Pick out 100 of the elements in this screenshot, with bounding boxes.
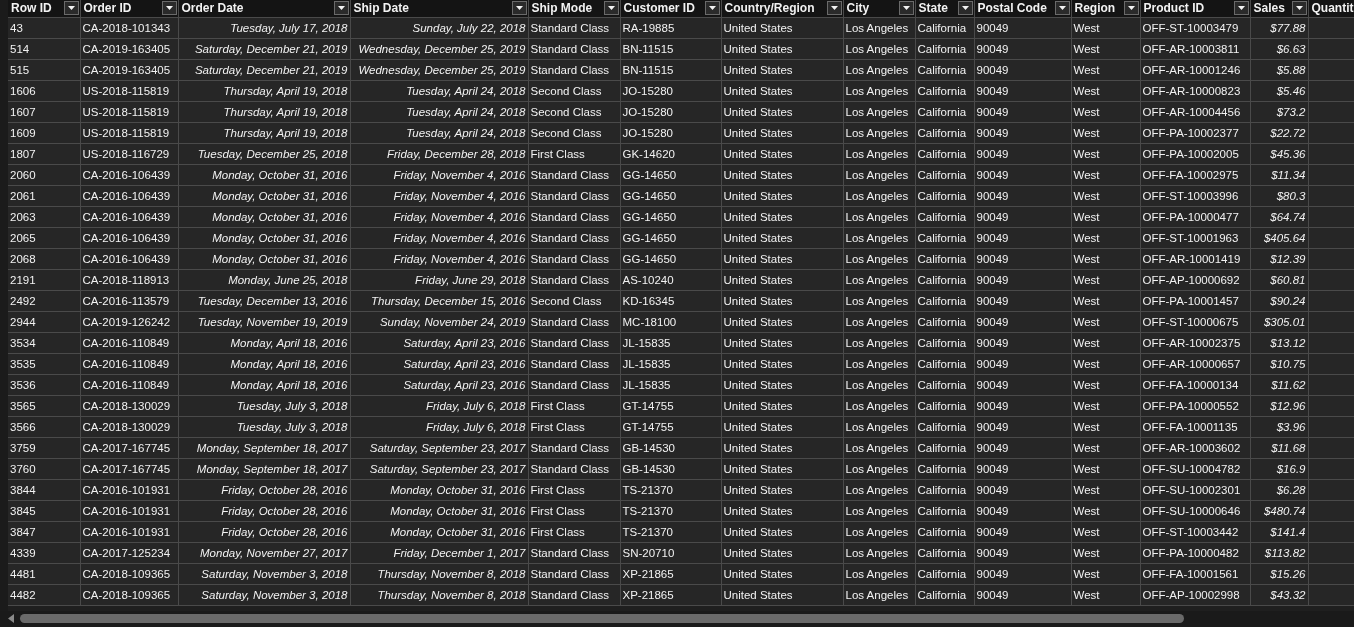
table-cell: US-2018-116729 bbox=[80, 143, 178, 164]
caret-icon bbox=[961, 6, 969, 11]
table-cell: West bbox=[1071, 164, 1140, 185]
table-cell: TS-21370 bbox=[620, 521, 721, 542]
filter-button[interactable] bbox=[957, 1, 973, 16]
table-cell: United States bbox=[721, 227, 843, 248]
table-cell: CA-2016-106439 bbox=[80, 248, 178, 269]
table-cell: $45.36 bbox=[1250, 143, 1308, 164]
table-cell: California bbox=[915, 80, 974, 101]
table-cell: CA-2018-109365 bbox=[80, 563, 178, 584]
table-cell: Monday, October 31, 2016 bbox=[350, 521, 528, 542]
table-cell: Standard Class bbox=[528, 353, 620, 374]
table-cell: OFF-FA-10001561 bbox=[1140, 563, 1250, 584]
table-cell: OFF-ST-10001963 bbox=[1140, 227, 1250, 248]
filter-button[interactable] bbox=[161, 1, 177, 16]
filter-button[interactable] bbox=[333, 1, 349, 16]
table-cell: California bbox=[915, 206, 974, 227]
scrollbar-thumb[interactable] bbox=[20, 613, 1184, 623]
filter-button[interactable] bbox=[1054, 1, 1070, 16]
filter-button[interactable] bbox=[826, 1, 842, 16]
table-cell: 90049 bbox=[974, 395, 1071, 416]
table-cell: California bbox=[915, 332, 974, 353]
table-cell: CA-2016-101931 bbox=[80, 479, 178, 500]
table-cell: Friday, July 6, 2018 bbox=[350, 395, 528, 416]
filter-button[interactable] bbox=[1233, 1, 1249, 16]
table-cell: Tuesday, November 19, 2019 bbox=[178, 311, 350, 332]
filter-button[interactable] bbox=[704, 1, 720, 16]
table-cell: OFF-AR-10003602 bbox=[1140, 437, 1250, 458]
table-cell: Standard Class bbox=[528, 206, 620, 227]
table-cell: $305.01 bbox=[1250, 311, 1308, 332]
table-cell: Los Angeles bbox=[843, 311, 915, 332]
column-header: Ship Mode bbox=[531, 0, 593, 16]
table-cell: First Class bbox=[528, 416, 620, 437]
table-cell: 90049 bbox=[974, 269, 1071, 290]
table-cell: 90049 bbox=[974, 185, 1071, 206]
column-header: Order Date bbox=[181, 0, 244, 16]
table-cell: $22.72 bbox=[1250, 122, 1308, 143]
table-cell: GK-14620 bbox=[620, 143, 721, 164]
table-cell: 1607 bbox=[8, 101, 80, 122]
table-cell: United States bbox=[721, 143, 843, 164]
table-cell: Saturday, December 21, 2019 bbox=[178, 38, 350, 59]
table-cell: Standard Class bbox=[528, 185, 620, 206]
scroll-left-icon[interactable] bbox=[8, 613, 14, 623]
table-cell: United States bbox=[721, 458, 843, 479]
table-cell: OFF-AR-10001419 bbox=[1140, 248, 1250, 269]
table-cell: CA-2018-109365 bbox=[80, 584, 178, 605]
caret-icon bbox=[1058, 6, 1066, 11]
table-cell: West bbox=[1071, 227, 1140, 248]
table-cell: Friday, October 28, 2016 bbox=[178, 479, 350, 500]
table-cell: United States bbox=[721, 17, 843, 38]
column-header: Postal Code bbox=[977, 0, 1047, 16]
horizontal-scrollbar[interactable] bbox=[0, 611, 1354, 627]
filter-button[interactable] bbox=[898, 1, 914, 16]
column-header: State bbox=[918, 0, 948, 16]
filter-button[interactable] bbox=[1291, 1, 1307, 16]
table-cell: $13.12 bbox=[1250, 332, 1308, 353]
table-cell: Second Class bbox=[528, 290, 620, 311]
filter-button[interactable] bbox=[63, 1, 79, 16]
table-cell: United States bbox=[721, 500, 843, 521]
table-cell: California bbox=[915, 101, 974, 122]
table-cell: United States bbox=[721, 374, 843, 395]
table-cell: $80.3 bbox=[1250, 185, 1308, 206]
table-cell: 2068 bbox=[8, 248, 80, 269]
table-cell: West bbox=[1071, 248, 1140, 269]
table-cell: Los Angeles bbox=[843, 248, 915, 269]
table-cell: $405.64 bbox=[1250, 227, 1308, 248]
table-cell: West bbox=[1071, 521, 1140, 542]
table-cell: JO-15280 bbox=[620, 122, 721, 143]
table-cell: 3535 bbox=[8, 353, 80, 374]
table-cell: CA-2016-110849 bbox=[80, 353, 178, 374]
table-cell: Los Angeles bbox=[843, 458, 915, 479]
table-cell: OFF-SU-10004782 bbox=[1140, 458, 1250, 479]
table-cell: $3.96 bbox=[1250, 416, 1308, 437]
table-cell: OFF-AP-10000692 bbox=[1140, 269, 1250, 290]
table-cell: Friday, November 4, 2016 bbox=[350, 185, 528, 206]
filter-button[interactable] bbox=[511, 1, 527, 16]
table-cell: Friday, November 4, 2016 bbox=[350, 164, 528, 185]
table-cell: United States bbox=[721, 437, 843, 458]
table-cell: CA-2016-110849 bbox=[80, 374, 178, 395]
table-cell: Los Angeles bbox=[843, 269, 915, 290]
table-cell: West bbox=[1071, 80, 1140, 101]
table-cell: West bbox=[1071, 500, 1140, 521]
table-cell: US-2018-115819 bbox=[80, 101, 178, 122]
table-cell: CA-2016-110849 bbox=[80, 332, 178, 353]
table-cell: Los Angeles bbox=[843, 38, 915, 59]
table-cell: 90049 bbox=[974, 80, 1071, 101]
filter-button[interactable] bbox=[1123, 1, 1139, 16]
caret-icon bbox=[67, 6, 75, 11]
table-cell: US-2018-115819 bbox=[80, 80, 178, 101]
table-cell: OFF-PA-10002005 bbox=[1140, 143, 1250, 164]
column-header: City bbox=[846, 0, 870, 16]
table-cell: Los Angeles bbox=[843, 416, 915, 437]
table-cell: Friday, December 1, 2017 bbox=[350, 542, 528, 563]
table-cell: Standard Class bbox=[528, 311, 620, 332]
caret-icon bbox=[1127, 6, 1135, 11]
table-cell: Standard Class bbox=[528, 38, 620, 59]
filter-button[interactable] bbox=[603, 1, 619, 16]
table-cell: 90049 bbox=[974, 437, 1071, 458]
table-cell: 4482 bbox=[8, 584, 80, 605]
table-cell: BN-11515 bbox=[620, 38, 721, 59]
